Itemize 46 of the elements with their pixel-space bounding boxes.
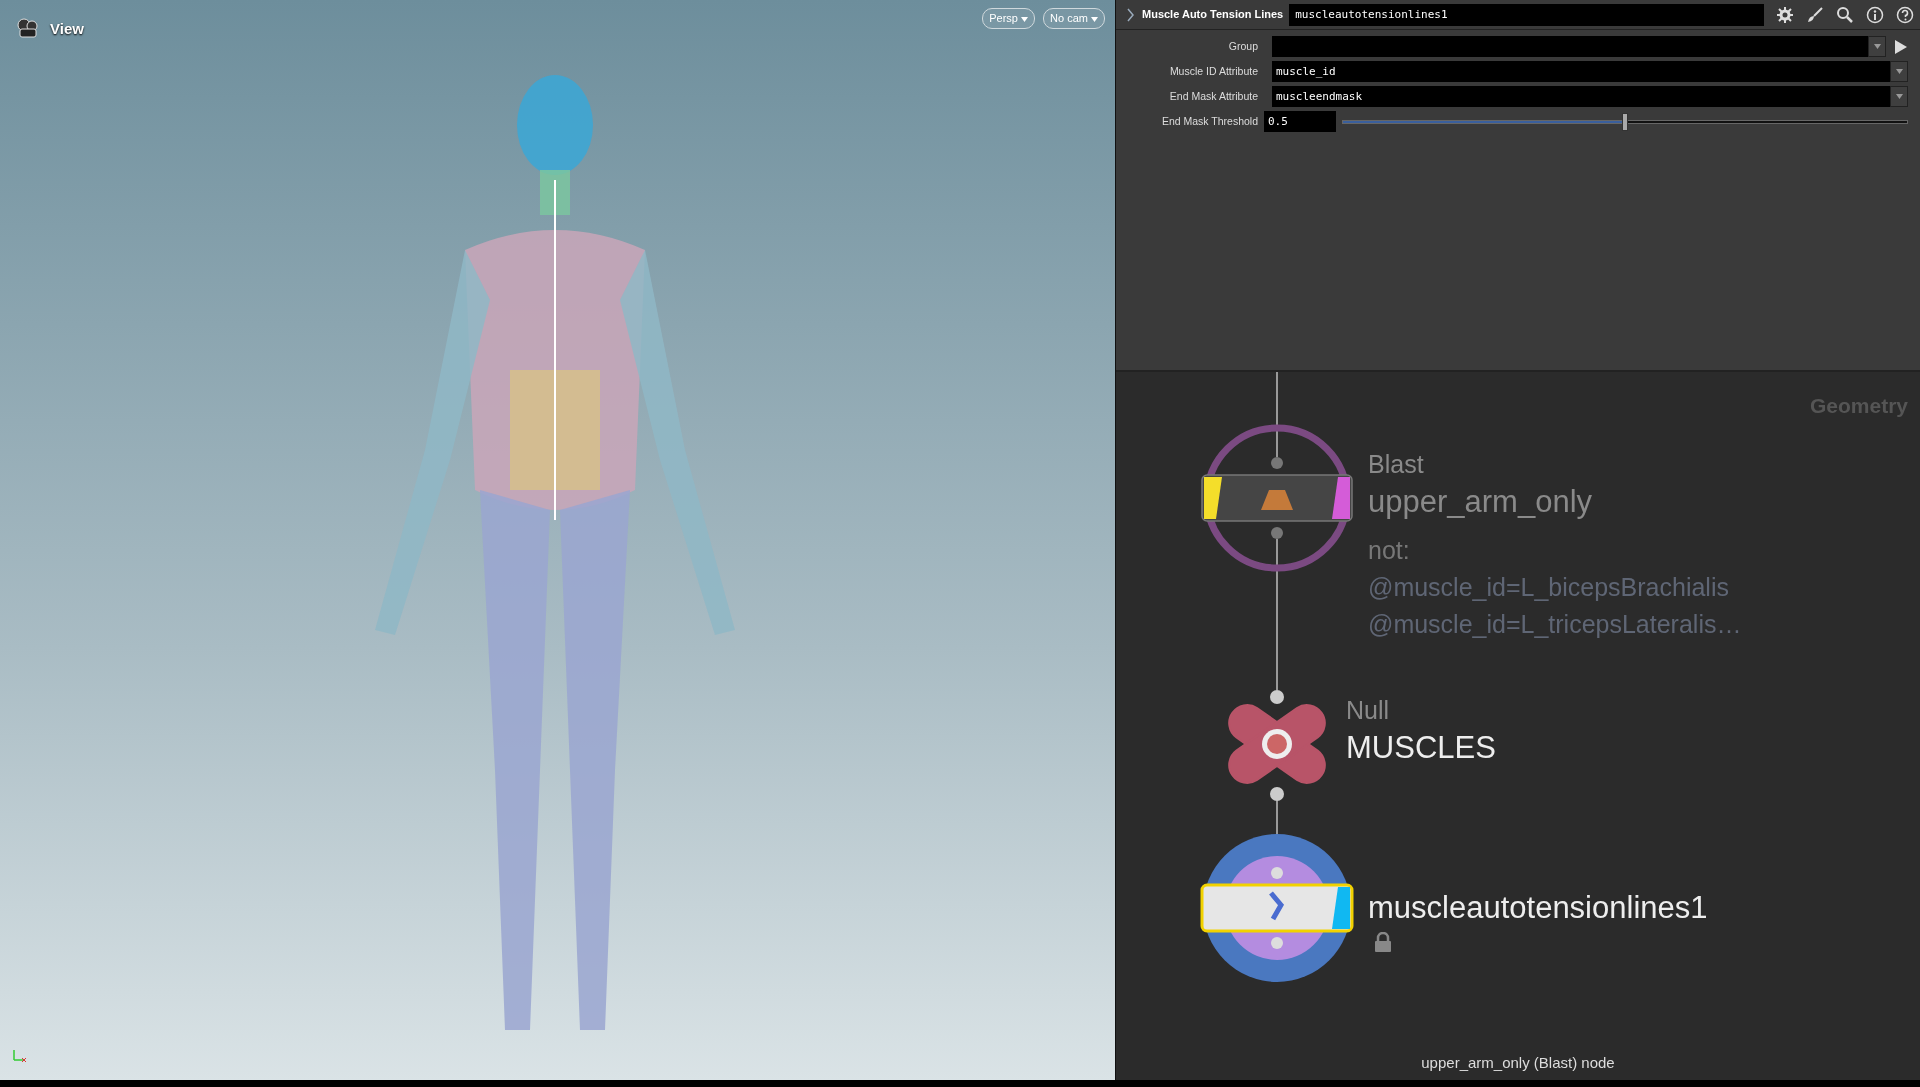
node-name[interactable]: muscleautotensionlines1 xyxy=(1368,892,1708,923)
caret-icon xyxy=(1873,44,1881,49)
viewport-title: View xyxy=(50,19,84,39)
node-type-label: Blast xyxy=(1368,452,1424,477)
field-label: End Mask Threshold xyxy=(1160,113,1258,129)
connector-dot[interactable] xyxy=(1271,457,1283,469)
brush-icon[interactable] xyxy=(1806,5,1824,24)
field-label: End Mask Attribute xyxy=(1168,88,1258,104)
dropdown-button[interactable] xyxy=(1890,61,1908,82)
blast-node[interactable] xyxy=(1201,424,1353,572)
node-comment: @muscle_id=L_tricepsLateralis… xyxy=(1368,609,1742,640)
dropdown-button[interactable] xyxy=(1868,36,1886,57)
node-comment: @muscle_id=L_bicepsBrachialis xyxy=(1368,572,1729,603)
node-type-label: Muscle Auto Tension Lines xyxy=(1142,7,1284,23)
connector-dot[interactable] xyxy=(1271,867,1283,879)
caret-icon xyxy=(1091,16,1098,22)
chevron-icon[interactable] xyxy=(1126,6,1136,23)
info-icon[interactable] xyxy=(1866,5,1884,24)
status-text: upper_arm_only (Blast) node xyxy=(1420,1052,1616,1073)
connector-dot[interactable] xyxy=(1270,787,1284,801)
search-icon[interactable] xyxy=(1836,5,1854,24)
field-label: Muscle ID Attribute xyxy=(1168,63,1258,79)
group-field[interactable] xyxy=(1272,36,1868,57)
connector-dot[interactable] xyxy=(1271,527,1283,539)
node-name-field[interactable]: muscleautotensionlines1 xyxy=(1289,3,1764,26)
node-name[interactable]: upper_arm_only xyxy=(1368,486,1593,517)
tension-lines-node[interactable] xyxy=(1200,834,1354,982)
attribute-field[interactable]: muscle_id xyxy=(1272,61,1890,82)
caret-icon xyxy=(1895,69,1903,74)
node-comment: not: xyxy=(1368,535,1410,566)
attribute-field[interactable]: muscleendmask xyxy=(1272,86,1890,107)
node-name[interactable]: MUSCLES xyxy=(1346,732,1496,763)
connector-dot[interactable] xyxy=(1270,690,1284,704)
slider-handle[interactable] xyxy=(1622,112,1628,131)
node-type-label: Null xyxy=(1346,698,1390,723)
help-icon[interactable] xyxy=(1896,5,1914,24)
null-node[interactable] xyxy=(1228,704,1326,784)
field-label: Group xyxy=(1227,38,1258,54)
dropdown-button[interactable] xyxy=(1890,86,1908,107)
connector-dot[interactable] xyxy=(1271,937,1283,949)
pointer-icon[interactable] xyxy=(1894,38,1908,55)
settings-icon[interactable] xyxy=(1776,5,1794,24)
camera-icon xyxy=(16,17,40,39)
caret-icon xyxy=(1021,16,1029,22)
number-field[interactable]: 0.5 xyxy=(1264,111,1336,132)
caret-icon xyxy=(1895,94,1903,99)
